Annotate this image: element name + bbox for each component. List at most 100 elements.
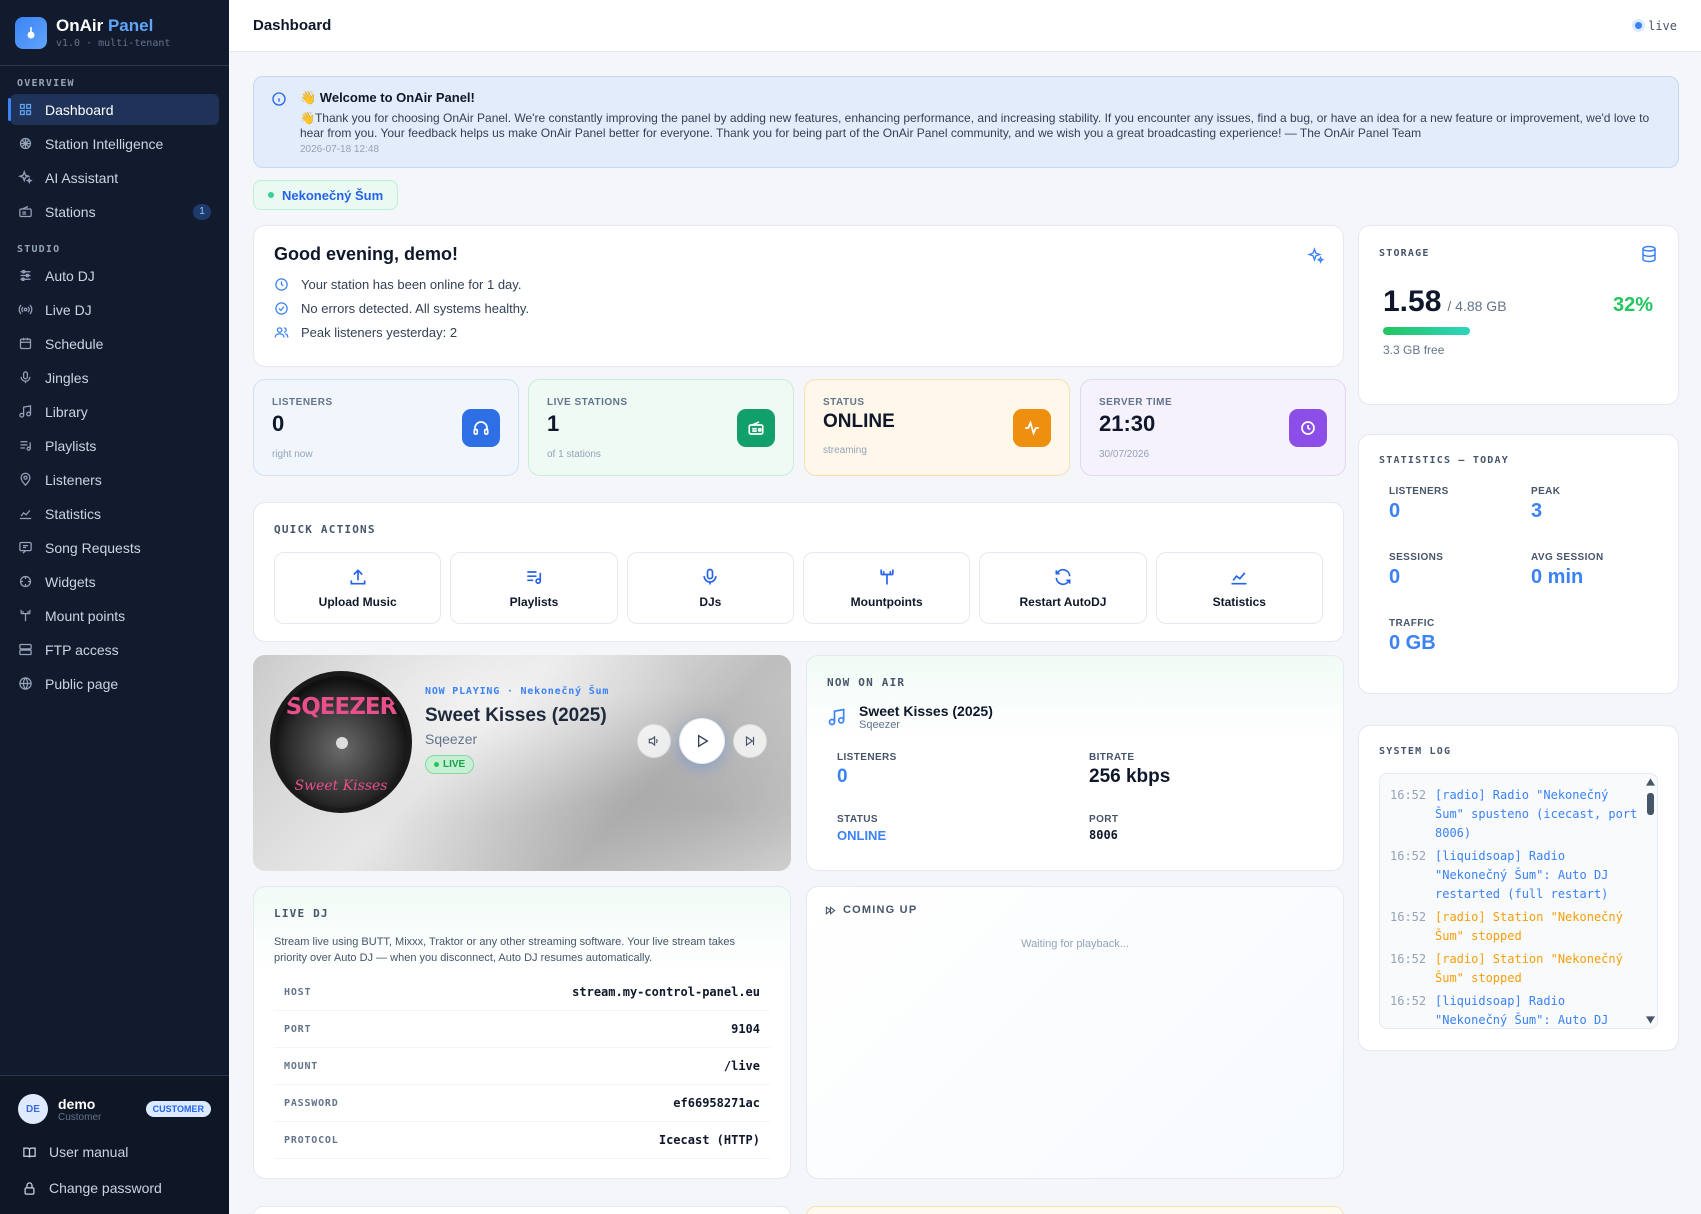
nav-section-studio: STUDIO: [17, 244, 61, 255]
sliders-icon: [20, 269, 31, 282]
clock-icon: [1289, 409, 1327, 447]
stat-peak: PEAK 3: [1531, 486, 1561, 522]
sidebar-item-label: Song Requests: [45, 539, 141, 556]
user-manual-link[interactable]: User manual: [0, 1134, 229, 1170]
server-icon: [19, 643, 32, 656]
scroll-down-icon[interactable]: [1646, 1016, 1655, 1024]
storage-card: STORAGE 1.58 / 4.88 GB 32% 3.3 GB free: [1358, 225, 1679, 405]
statistics-button[interactable]: Statistics: [1155, 552, 1323, 624]
banner-date: 2026-07-18 12:48: [300, 144, 379, 155]
station-selector[interactable]: Nekonečný Šum: [253, 180, 399, 210]
restart-autodj-button[interactable]: Restart AutoDJ: [979, 552, 1147, 624]
sidebar-item-ai-assistant[interactable]: AI Assistant: [10, 162, 219, 193]
sidebar-item-ftp-access[interactable]: FTP access: [10, 634, 219, 665]
sidebar-item-label: AI Assistant: [45, 169, 119, 186]
on-air-listeners: LISTENERS 0: [837, 752, 897, 787]
stat-listeners: LISTENERS 0: [1389, 486, 1449, 522]
system-log-list[interactable]: 16:52 [radio] Radio "Nekonečný Šum" spust…: [1379, 773, 1658, 1029]
sidebar-item-dashboard[interactable]: Dashboard: [8, 94, 219, 125]
dj-key: PORT: [284, 1023, 312, 1035]
dj-row-password[interactable]: PASSWORD ef66958271ac: [274, 1085, 770, 1122]
volume-button[interactable]: [637, 724, 671, 758]
coming-up-card: COMING UP Waiting for playback...: [806, 886, 1344, 1179]
on-air-port: PORT 8006: [1089, 814, 1119, 842]
djs-button[interactable]: DJs: [626, 552, 794, 624]
radio-icon: [19, 205, 32, 218]
sidebar-item-label: FTP access: [45, 641, 119, 658]
dj-row-host[interactable]: HOST stream.my-control-panel.eu: [274, 974, 770, 1011]
dj-value[interactable]: Icecast (HTTP): [659, 1133, 760, 1147]
skip-button[interactable]: [733, 724, 767, 758]
user-profile[interactable]: DE demo Customer CUSTOMER: [0, 1076, 229, 1134]
playlist-icon: [20, 441, 31, 451]
sidebar-item-listeners[interactable]: Listeners: [10, 464, 219, 495]
dj-value[interactable]: 9104: [731, 1022, 760, 1036]
sidebar-item-label: Dashboard: [45, 101, 114, 118]
lock-icon: [24, 1181, 35, 1195]
tile-sub: streaming: [823, 445, 867, 456]
sidebar-item-schedule[interactable]: Schedule: [10, 328, 219, 359]
upload-music-button[interactable]: Upload Music: [274, 552, 442, 624]
live-indicator[interactable]: live: [1635, 19, 1677, 33]
calendar-icon: [19, 337, 32, 350]
coming-up-empty: Waiting for playback...: [1021, 938, 1129, 950]
refresh-icon: [1055, 568, 1071, 586]
brand[interactable]: OnAir Panel v1.0 · multi-tenant: [0, 0, 229, 66]
live-dj-card: LIVE DJ Stream live using BUTT, Mixxx, T…: [253, 886, 791, 1179]
info-icon: [272, 92, 286, 106]
sidebar-item-label: Widgets: [45, 573, 96, 590]
message-icon: [19, 541, 32, 554]
live-badge: LIVE: [425, 755, 475, 774]
log-scrollbar[interactable]: [1645, 776, 1655, 1026]
sidebar-item-label: Library: [45, 403, 88, 420]
storage-progress-track: [1383, 327, 1656, 335]
live-dj-title: LIVE DJ: [274, 907, 329, 920]
dj-value[interactable]: stream.my-control-panel.eu: [572, 985, 760, 999]
dj-value[interactable]: /live: [724, 1059, 760, 1073]
sidebar-item-mount-points[interactable]: Mount points: [10, 600, 219, 631]
sidebar-item-stations[interactable]: Stations 1: [10, 196, 219, 227]
sidebar-item-station-intelligence[interactable]: Station Intelligence: [10, 128, 219, 159]
on-air-status: STATUS ONLINE: [837, 814, 887, 843]
skip-forward-icon: [745, 735, 755, 747]
dj-row-protocol[interactable]: PROTOCOL Icecast (HTTP): [274, 1122, 770, 1159]
sidebar-item-widgets[interactable]: Widgets: [10, 566, 219, 597]
log-entry: 16:52 [liquidsoap] Radio "Nekonečný Šum":…: [1390, 849, 1609, 901]
sidebar-item-public-page[interactable]: Public page: [10, 668, 219, 699]
sidebar-item-statistics[interactable]: Statistics: [10, 498, 219, 529]
count-badge: 1: [193, 203, 211, 220]
lower-card-left: [253, 1206, 791, 1214]
dj-row-mount[interactable]: MOUNT/live: [274, 1048, 770, 1085]
globe-icon: [19, 677, 32, 690]
sidebar-item-jingles[interactable]: Jingles: [10, 362, 219, 393]
dj-key: PROTOCOL: [284, 1134, 339, 1146]
dj-row-port[interactable]: PORT 9104: [274, 1011, 770, 1048]
page-title: Dashboard: [253, 17, 332, 34]
sidebar-item-live-dj[interactable]: Live DJ: [10, 294, 219, 325]
sidebar-item-auto-dj[interactable]: Auto DJ: [10, 260, 219, 291]
album-art-signature: Sweet Kisses: [294, 778, 388, 794]
scroll-up-icon[interactable]: [1646, 778, 1655, 786]
dj-value[interactable]: ef66958271ac: [673, 1096, 760, 1110]
playlists-button[interactable]: Playlists: [450, 552, 618, 624]
play-button[interactable]: [679, 718, 725, 764]
sidebar-item-library[interactable]: Library: [10, 396, 219, 427]
sidebar-item-label: Public page: [45, 675, 119, 692]
on-air-bitrate: BITRATE 256 kbps: [1089, 752, 1171, 787]
tile-label: LISTENERS: [272, 397, 333, 408]
sidebar-nav: OVERVIEW Dashboard Station Intelligence AI …: [0, 66, 229, 699]
greeting-health: No errors detected. All systems healthy.: [274, 301, 1323, 316]
mountpoints-button[interactable]: Mountpoints: [802, 552, 971, 624]
scroll-thumb[interactable]: [1647, 793, 1654, 815]
sidebar-item-song-requests[interactable]: Song Requests: [10, 532, 219, 563]
sparkles-icon[interactable]: [1307, 247, 1325, 265]
sidebar-item-playlists[interactable]: Playlists: [10, 430, 219, 461]
change-password-link[interactable]: Change password: [0, 1170, 229, 1206]
storage-free: 3.3 GB free: [1383, 343, 1445, 357]
action-label: Mountpoints: [850, 595, 923, 609]
nav-section-overview: OVERVIEW: [17, 78, 75, 89]
greeting-card: Good evening, demo! Your station has bee…: [253, 225, 1344, 367]
antenna-icon: [20, 609, 31, 622]
play-icon: [698, 734, 709, 748]
action-label: Upload Music: [318, 595, 397, 609]
